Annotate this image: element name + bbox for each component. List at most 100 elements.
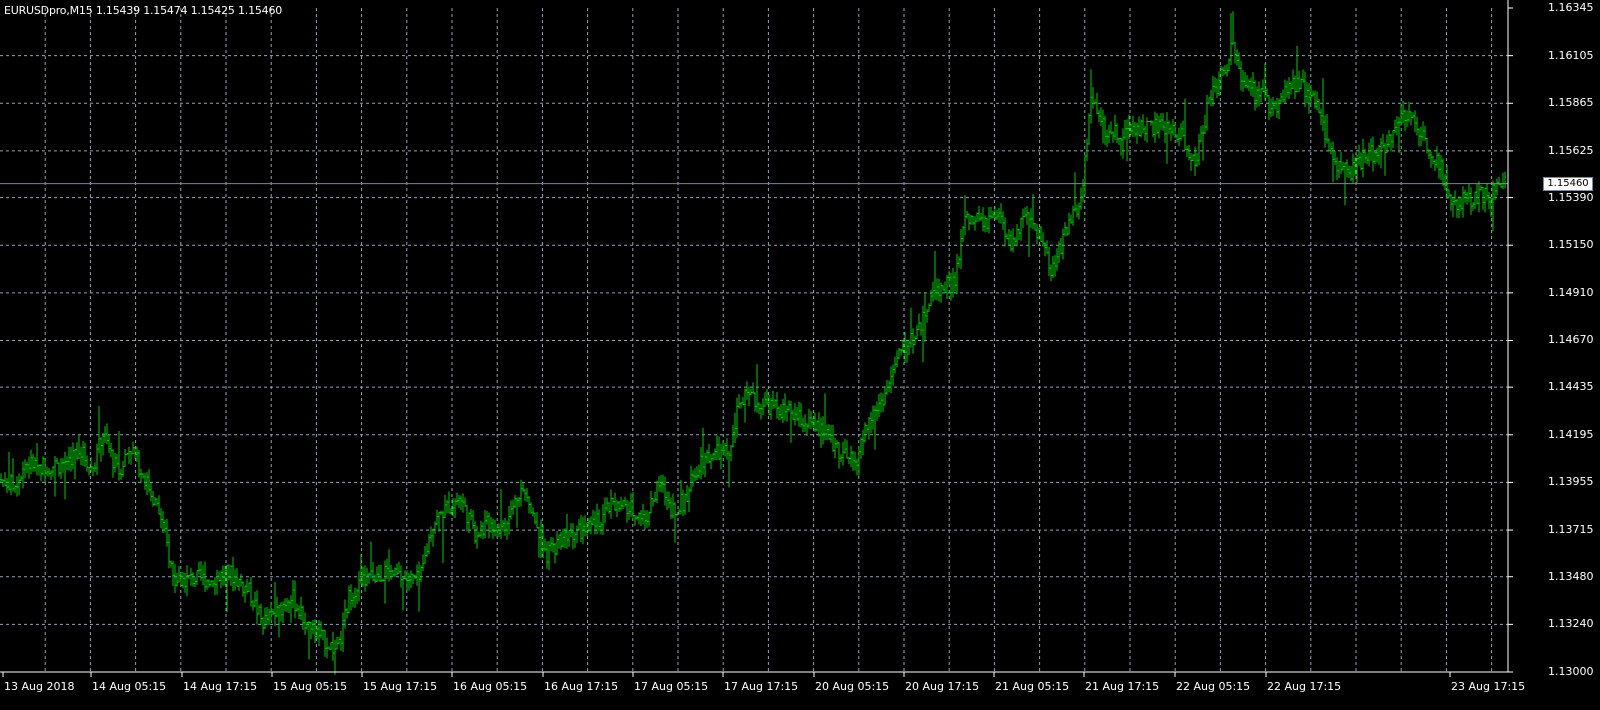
price-bar — [88, 466, 90, 476]
price-bar — [280, 602, 282, 622]
price-bar — [630, 493, 632, 517]
price-bar — [92, 466, 94, 477]
price-bar — [42, 456, 44, 476]
price-bar — [202, 565, 204, 586]
time-tick-label: 21 Aug 17:15 — [1085, 680, 1160, 693]
price-bar — [622, 500, 624, 509]
price-bar — [474, 521, 476, 544]
price-bar — [410, 570, 412, 589]
price-bar — [472, 510, 474, 529]
price-bar — [1190, 153, 1192, 171]
price-bar — [884, 386, 886, 406]
price-bar — [182, 571, 184, 589]
price-bar — [150, 483, 152, 502]
price-bar — [284, 598, 286, 612]
price-bar — [490, 517, 492, 533]
price-bar — [378, 565, 380, 582]
price-bar — [928, 303, 930, 312]
price-bar — [1208, 97, 1210, 104]
price-bar — [1182, 120, 1184, 138]
price-bar — [1314, 90, 1316, 109]
price-bar — [534, 512, 536, 525]
price-bar — [448, 491, 450, 514]
price-bar — [540, 519, 542, 558]
price-bar — [72, 442, 74, 470]
price-bar — [1210, 89, 1212, 107]
price-bar — [210, 580, 212, 587]
price-bar — [420, 565, 422, 583]
price-bar — [758, 402, 760, 415]
price-bar — [278, 605, 280, 638]
price-bar — [1272, 97, 1274, 116]
price-bar — [138, 450, 140, 478]
price-bar — [600, 522, 602, 535]
price-bar — [40, 463, 42, 482]
price-bar — [354, 587, 356, 609]
price-bar — [614, 492, 616, 511]
price-bar — [824, 393, 826, 441]
price-bar — [894, 356, 896, 374]
price-bar — [1438, 152, 1440, 179]
price-bar — [732, 425, 734, 448]
price-bar — [874, 405, 876, 450]
price-bar — [646, 510, 648, 528]
price-bar — [610, 489, 612, 519]
price-bar — [16, 476, 18, 497]
price-bar — [1102, 109, 1104, 144]
price-bar — [744, 388, 746, 423]
price-bar — [1234, 42, 1236, 64]
price-bar — [946, 274, 948, 299]
price-bar — [920, 322, 922, 336]
price-bar — [1338, 161, 1340, 178]
price-bar — [574, 532, 576, 548]
price-bar — [84, 442, 86, 467]
price-bar — [1362, 138, 1364, 178]
price-bar — [1330, 142, 1332, 155]
price-bar — [720, 444, 722, 470]
price-bar — [988, 207, 990, 234]
price-bar — [346, 608, 348, 619]
price-bar — [374, 574, 376, 584]
price-bar — [1192, 154, 1194, 162]
price-bar — [1254, 80, 1256, 111]
price-bar — [766, 389, 768, 405]
price-bar — [1198, 133, 1200, 166]
price-bar — [742, 397, 744, 406]
price-bar — [214, 577, 216, 596]
price-bar — [1472, 202, 1474, 211]
price-bar — [1492, 180, 1494, 232]
chart-window[interactable]: EURUSDpro,M15 1.15439 1.15474 1.15425 1.… — [0, 0, 1600, 710]
price-bar — [70, 446, 72, 472]
price-bar — [240, 573, 242, 587]
price-bar — [868, 416, 870, 440]
price-bar — [1456, 198, 1458, 218]
price-bar — [464, 497, 466, 507]
price-bar — [250, 576, 252, 607]
price-bar — [24, 459, 26, 479]
price-bar — [838, 442, 840, 469]
price-bar — [696, 466, 698, 481]
price-bar — [608, 502, 610, 514]
price-bar — [272, 609, 274, 616]
price-bar — [298, 605, 300, 620]
price-bar — [674, 502, 676, 543]
price-bar — [1026, 206, 1028, 225]
price-bar — [560, 531, 562, 550]
price-bar — [1044, 242, 1046, 257]
price-bar — [580, 514, 582, 543]
price-bar — [1382, 133, 1384, 149]
price-bar — [402, 577, 404, 611]
price-bar — [786, 405, 788, 422]
price-bar — [1016, 223, 1018, 247]
price-bar — [184, 572, 186, 593]
price-bar — [1322, 78, 1324, 131]
price-bar — [790, 400, 792, 443]
price-bar — [76, 442, 78, 461]
price-bar — [772, 390, 774, 409]
price-bar — [966, 211, 968, 219]
price-bar — [1240, 61, 1242, 91]
price-bar — [258, 605, 260, 615]
price-chart[interactable] — [0, 0, 1600, 710]
price-bar — [1412, 112, 1414, 119]
price-bar — [1046, 240, 1048, 254]
